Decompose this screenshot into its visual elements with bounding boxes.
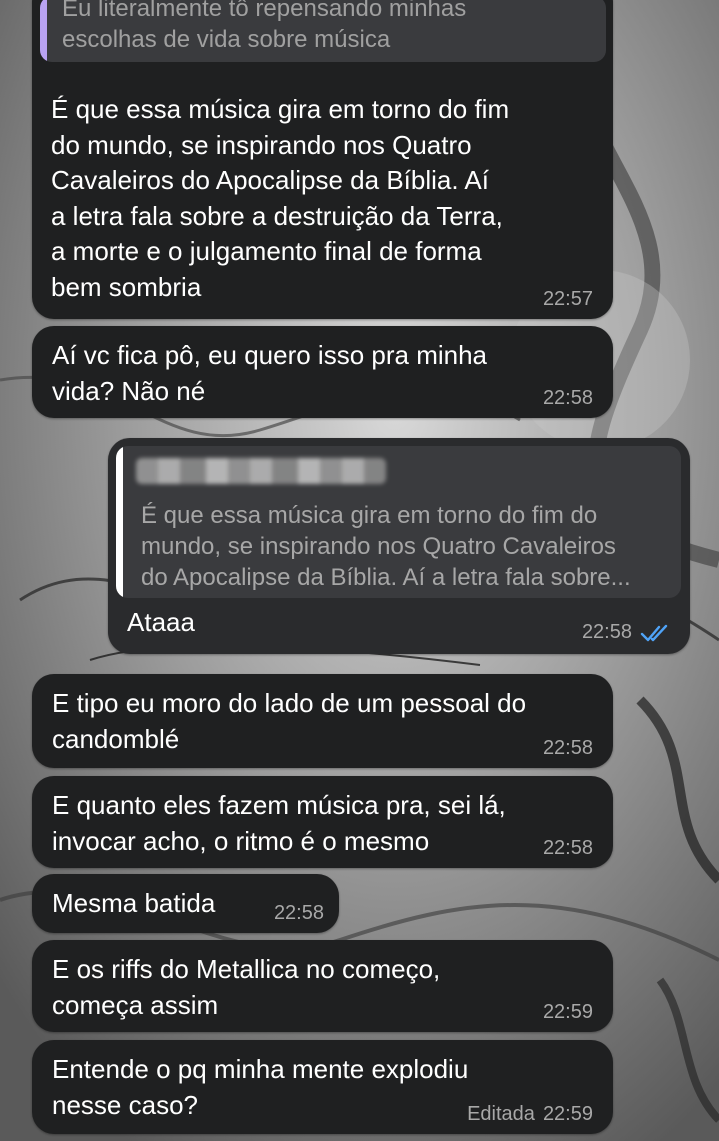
double-check-read-icon — [640, 624, 668, 641]
message-meta: 22:57 — [543, 288, 593, 311]
message-time: 22:58 — [542, 737, 593, 759]
message-text: E quanto eles fazem música pra, sei lá, … — [52, 790, 506, 856]
message-bubble[interactable]: Eu literalmente tô repensando minhas esc… — [32, 0, 613, 319]
message-bubble[interactable]: Aí vc fica pô, eu quero isso pra minha v… — [32, 326, 613, 418]
message-time: 22:59 — [542, 1001, 593, 1023]
message-meta: 22:58 — [274, 902, 324, 925]
reply-quote-text: É que essa música gira em torno do fim d… — [141, 502, 631, 591]
message-meta: 22:58 — [543, 387, 593, 410]
message-bubble[interactable]: E tipo eu moro do lado de um pessoal do … — [32, 674, 613, 768]
message-bubble[interactable]: E os riffs do Metallica no começo, começ… — [32, 940, 613, 1032]
message-bubble[interactable]: Entende o pq minha mente explodiu nesse … — [32, 1040, 613, 1134]
message-bubble[interactable]: Mesma batida 22:58 — [32, 874, 339, 933]
message-meta: 22:58 — [543, 737, 593, 760]
message-time: 22:58 — [581, 621, 632, 643]
reply-preview[interactable]: Eu literalmente tô repensando minhas esc… — [40, 0, 606, 62]
message-text: E tipo eu moro do lado de um pessoal do … — [52, 688, 527, 754]
outgoing-message-bubble[interactable]: É que essa música gira em torno do fim d… — [108, 438, 690, 654]
message-text: Aí vc fica pô, eu quero isso pra minha v… — [52, 340, 488, 406]
message-meta: 22:59 — [543, 1001, 593, 1024]
message-time: 22:58 — [542, 387, 593, 409]
reply-preview-text: Eu literalmente tô repensando minhas esc… — [62, 0, 467, 53]
reply-quote-bar — [116, 446, 123, 598]
blurred-sender-name — [136, 458, 386, 484]
message-meta: Editada 22:59 — [467, 1103, 593, 1126]
message-time: 22:59 — [542, 1103, 593, 1125]
message-time: 22:58 — [273, 902, 324, 924]
message-text: É que essa música gira em torno do fim d… — [51, 94, 510, 302]
message-bubble[interactable]: E quanto eles fazem música pra, sei lá, … — [32, 776, 613, 868]
message-meta: 22:58 — [543, 837, 593, 860]
message-time: 22:58 — [542, 837, 593, 859]
message-text: Ataaa — [127, 607, 195, 637]
message-meta: 22:58 — [582, 621, 670, 644]
reply-preview-bar — [40, 0, 47, 62]
message-time: 22:57 — [542, 288, 593, 310]
message-text: E os riffs do Metallica no começo, começ… — [52, 954, 441, 1020]
reply-quote[interactable]: É que essa música gira em torno do fim d… — [116, 446, 681, 598]
edited-label: Editada — [467, 1103, 535, 1125]
